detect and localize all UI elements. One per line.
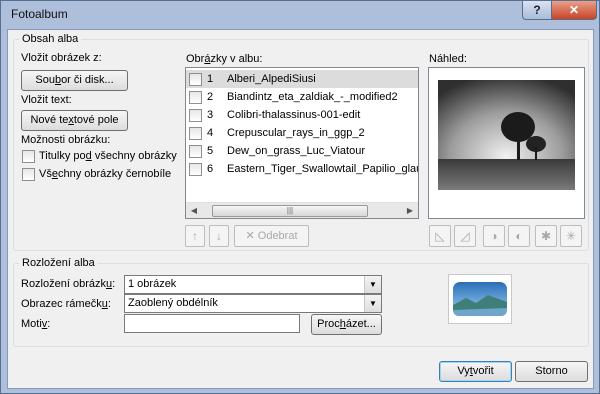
insert-text-label: Vložit text: — [21, 94, 72, 106]
new-text-box-button[interactable]: Nové textové pole — [21, 110, 128, 131]
list-item-name: Colibri-thalassinus-001-edit — [227, 109, 361, 121]
list-horizontal-scrollbar[interactable]: ◀ ||| ▶ — [186, 202, 418, 218]
scroll-left-icon[interactable]: ◀ — [186, 203, 202, 218]
list-item-checkbox[interactable] — [189, 127, 202, 140]
contrast-up-icon[interactable]: ◑ — [483, 225, 505, 247]
chevron-down-icon[interactable]: ▼ — [364, 295, 381, 312]
frame-shape-select[interactable]: Zaoblený obdélník ▼ — [124, 294, 382, 313]
frame-shape-label: Obrazec rámečku: — [21, 298, 111, 310]
preview-pane — [428, 67, 585, 219]
list-item[interactable]: 1 Alberi_AlpediSiusi — [186, 70, 418, 88]
list-item-checkbox[interactable] — [189, 73, 202, 86]
list-item-number: 6 — [207, 163, 214, 175]
rotate-right-icon[interactable]: ◿ — [454, 225, 476, 247]
list-item-number: 2 — [207, 91, 214, 103]
list-item-checkbox[interactable] — [189, 91, 202, 104]
captions-checkbox[interactable] — [22, 150, 35, 163]
list-item-name: Crepuscular_rays_in_ggp_2 — [227, 127, 365, 139]
remove-icon: ✕ — [245, 230, 255, 242]
album-content-group-label: Obsah alba — [19, 33, 82, 45]
list-item-number: 4 — [207, 127, 214, 139]
list-item-checkbox[interactable] — [189, 163, 202, 176]
chevron-down-icon[interactable]: ▼ — [364, 276, 381, 293]
brightness-down-icon[interactable]: ✳ — [560, 225, 582, 247]
rotate-left-icon[interactable]: ◺ — [429, 225, 451, 247]
list-item-number: 1 — [207, 73, 214, 85]
move-up-icon[interactable]: ↑ — [185, 225, 205, 247]
list-item-name: Biandintz_eta_zaldiak_-_modified2 — [227, 91, 398, 103]
close-button[interactable]: ✕ — [551, 1, 597, 20]
list-item-name: Dew_on_grass_Luc_Viatour — [227, 145, 365, 157]
list-item-number: 3 — [207, 109, 214, 121]
list-item-name: Alberi_AlpediSiusi — [227, 73, 316, 85]
move-down-icon[interactable]: ↓ — [209, 225, 229, 247]
help-button[interactable]: ? — [522, 1, 552, 20]
album-layout-group-label: Rozložení alba — [19, 257, 98, 269]
remove-button[interactable]: ✕ Odebrat — [234, 225, 309, 247]
cancel-button[interactable]: Storno — [515, 361, 588, 382]
preview-image — [438, 80, 575, 190]
layout-preview — [448, 274, 512, 324]
black-white-checkbox[interactable] — [22, 168, 35, 181]
theme-label: Motiv: — [21, 318, 51, 330]
brightness-up-icon[interactable]: ✱ — [535, 225, 557, 247]
pictures-in-album-label: Obrázky v albu: — [186, 53, 263, 65]
scrollbar-thumb[interactable]: ||| — [212, 205, 368, 217]
picture-layout-select[interactable]: 1 obrázek ▼ — [124, 275, 382, 294]
scroll-right-icon[interactable]: ▶ — [402, 203, 418, 218]
list-item-name: Eastern_Tiger_Swallowtail_Papilio_glauc — [227, 163, 419, 175]
list-item[interactable]: 3 Colibri-thalassinus-001-edit — [186, 106, 418, 124]
insert-picture-from-label: Vložit obrázek z: — [21, 52, 102, 64]
list-item[interactable]: 4 Crepuscular_rays_in_ggp_2 — [186, 124, 418, 142]
window-title: Fotoalbum — [11, 7, 68, 21]
picture-layout-label: Rozložení obrázku: — [21, 278, 116, 290]
pictures-list[interactable]: 1 Alberi_AlpediSiusi 2 Biandintz_eta_zal… — [185, 67, 419, 219]
list-item-number: 5 — [207, 145, 214, 157]
file-disk-button[interactable]: Soubor či disk... — [21, 70, 128, 91]
theme-input[interactable] — [124, 314, 300, 333]
create-button[interactable]: Vytvořit — [439, 361, 512, 382]
list-item-checkbox[interactable] — [189, 145, 202, 158]
browse-button[interactable]: Procházet... — [311, 314, 382, 335]
black-white-option-label: Všechny obrázky černobíle — [39, 168, 172, 180]
list-item[interactable]: 6 Eastern_Tiger_Swallowtail_Papilio_glau… — [186, 160, 418, 178]
preview-label: Náhled: — [429, 53, 467, 65]
list-item-checkbox[interactable] — [189, 109, 202, 122]
list-item[interactable]: 5 Dew_on_grass_Luc_Viatour — [186, 142, 418, 160]
captions-option-label: Titulky pod všechny obrázky — [39, 150, 177, 162]
dialog-window: Fotoalbum ? ✕ Obsah alba Vložit obrázek … — [0, 0, 600, 394]
list-item[interactable]: 2 Biandintz_eta_zaldiak_-_modified2 — [186, 88, 418, 106]
layout-preview-image — [453, 282, 507, 316]
dialog-client: Obsah alba Vložit obrázek z: Soubor či d… — [7, 29, 594, 389]
contrast-down-icon[interactable]: ◐ — [508, 225, 530, 247]
picture-options-label: Možnosti obrázku: — [21, 134, 111, 146]
